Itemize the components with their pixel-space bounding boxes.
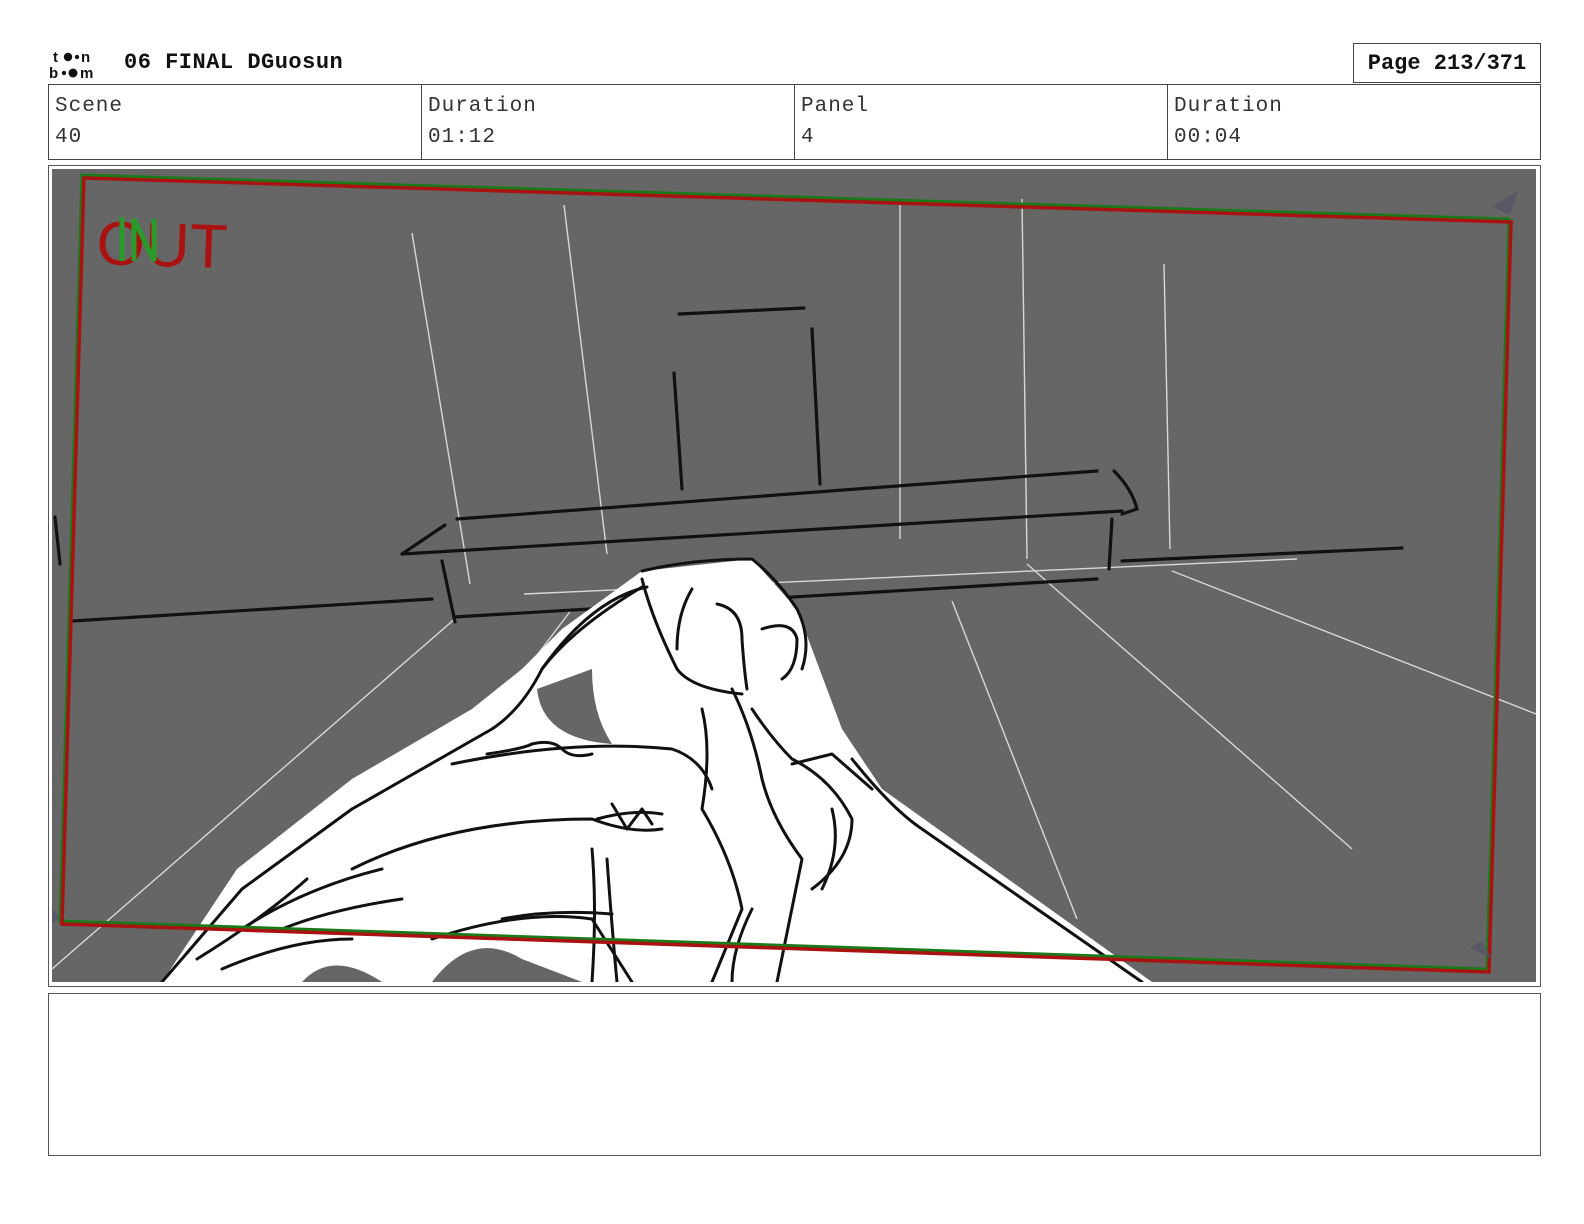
document-title: 06 FINAL DGuosun — [124, 50, 344, 75]
svg-text:b: b — [49, 65, 58, 80]
panel-duration-label: Duration — [1174, 95, 1283, 118]
storyboard-panel: OUT — [48, 165, 1541, 987]
svg-text:t: t — [53, 49, 58, 66]
overlay-out-text: OUT — [96, 209, 229, 282]
svg-text:n: n — [81, 49, 90, 66]
scene-duration-cell: Duration 01:12 — [422, 85, 795, 159]
svg-text:m: m — [80, 65, 93, 80]
scene-cell: Scene 40 — [49, 85, 422, 159]
panel-label: Panel — [801, 95, 870, 118]
scene-label: Scene — [55, 95, 124, 118]
scene-duration-label: Duration — [428, 95, 537, 118]
page-indicator: Page 213/371 — [1353, 43, 1541, 83]
toonboom-logo: t n b m — [49, 49, 93, 80]
scene-duration-value: 01:12 — [428, 126, 497, 149]
panel-drawing: OUT — [52, 169, 1536, 982]
panel-info-row: Scene 40 Duration 01:12 Panel 4 Duration… — [48, 84, 1541, 160]
panel-duration-value: 00:04 — [1174, 126, 1243, 149]
panel-cell: Panel 4 — [795, 85, 1168, 159]
panel-value: 4 — [801, 126, 815, 149]
scene-value: 40 — [55, 126, 83, 149]
panel-notes — [48, 993, 1541, 1156]
panel-duration-cell: Duration 00:04 — [1168, 85, 1540, 159]
